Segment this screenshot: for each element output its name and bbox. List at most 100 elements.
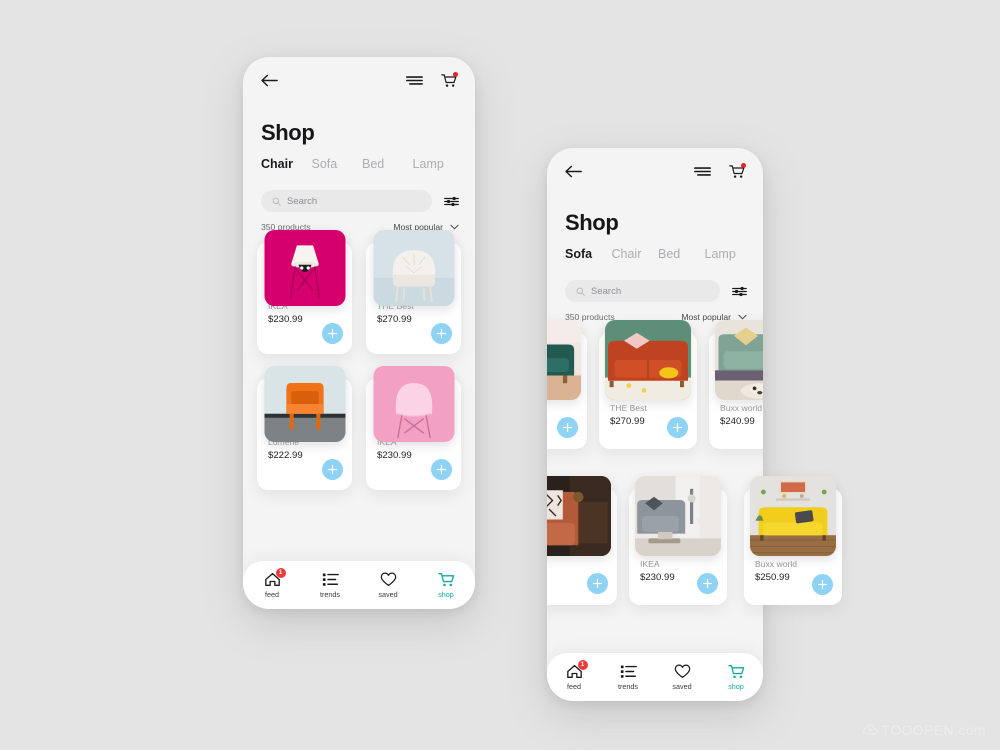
tab-sofa[interactable]: Sofa bbox=[312, 157, 363, 171]
product-image bbox=[264, 366, 345, 442]
bottom-navigation: 1 feed trends saved shop bbox=[547, 653, 763, 701]
search-icon bbox=[272, 197, 281, 206]
plus-icon bbox=[672, 422, 683, 433]
product-row: Astra chair IKEA $230.99 White chair THE bbox=[257, 242, 461, 354]
product-card[interactable]: Astra chair IKEA $230.99 bbox=[257, 242, 352, 354]
product-brand: THE Best bbox=[610, 403, 647, 413]
heart-icon bbox=[674, 664, 691, 679]
add-to-cart-button[interactable] bbox=[431, 459, 452, 480]
plus-icon bbox=[702, 578, 713, 589]
nav-item-trends[interactable]: trends bbox=[601, 664, 655, 691]
page-title: Shop bbox=[565, 210, 619, 235]
plus-icon bbox=[562, 422, 573, 433]
tab-bed[interactable]: Bed bbox=[362, 157, 413, 171]
nav-label: feed bbox=[265, 589, 279, 599]
search-icon bbox=[576, 287, 585, 296]
nav-label: shop bbox=[728, 681, 744, 691]
back-arrow-icon[interactable] bbox=[565, 165, 582, 178]
product-carousel-row-2[interactable]: umn sofa ene .99 Grey sofa IKEA $230.99 bbox=[547, 488, 739, 605]
nav-item-feed[interactable]: 1 feed bbox=[243, 567, 301, 599]
product-card-clipped[interactable]: umn sofa ene .99 bbox=[547, 488, 617, 605]
hamburger-menu-icon[interactable] bbox=[406, 75, 441, 86]
tab-chair[interactable]: Chair bbox=[612, 247, 659, 261]
product-image bbox=[264, 230, 345, 306]
nav-item-saved[interactable]: saved bbox=[655, 664, 709, 691]
shopping-cart-icon bbox=[438, 572, 455, 587]
category-tabs: Sofa Chair Bed Lamp bbox=[565, 247, 751, 261]
shopping-cart-icon[interactable] bbox=[729, 162, 746, 179]
nav-item-feed[interactable]: 1 feed bbox=[547, 659, 601, 691]
add-to-cart-button[interactable] bbox=[587, 573, 608, 594]
list-icon bbox=[322, 572, 339, 587]
feed-badge: 1 bbox=[275, 567, 286, 578]
nav-item-saved[interactable]: saved bbox=[359, 572, 417, 599]
tab-sofa[interactable]: Sofa bbox=[565, 247, 612, 261]
tab-lamp[interactable]: Lamp bbox=[413, 157, 464, 171]
product-image bbox=[373, 230, 454, 306]
watermark-text: TOOOPEN.com bbox=[881, 722, 986, 738]
product-image bbox=[547, 320, 581, 400]
plus-icon bbox=[436, 464, 447, 475]
heart-icon bbox=[380, 572, 397, 587]
tab-lamp[interactable]: Lamp bbox=[705, 247, 752, 261]
nav-item-trends[interactable]: trends bbox=[301, 572, 359, 599]
product-card[interactable]: Mint sofa Buxx world $240.99 bbox=[709, 332, 763, 449]
product-image bbox=[547, 476, 611, 556]
list-icon bbox=[620, 664, 637, 679]
nav-label: trends bbox=[320, 589, 340, 599]
add-to-cart-button[interactable] bbox=[557, 417, 578, 438]
product-image bbox=[605, 320, 691, 400]
search-input[interactable]: Search bbox=[565, 280, 720, 302]
chevron-down-icon bbox=[450, 224, 459, 230]
plus-icon bbox=[327, 464, 338, 475]
top-bar bbox=[243, 57, 475, 103]
bottom-navigation: 1 feed trends saved shop bbox=[243, 561, 475, 609]
product-card-clipped[interactable] bbox=[547, 332, 587, 449]
add-to-cart-button[interactable] bbox=[812, 574, 833, 595]
add-to-cart-button[interactable] bbox=[431, 323, 452, 344]
shopping-cart-icon[interactable] bbox=[441, 71, 458, 88]
cart-badge-dot bbox=[453, 71, 458, 77]
search-placeholder: Search bbox=[287, 195, 318, 207]
add-to-cart-button[interactable] bbox=[697, 573, 718, 594]
add-to-cart-button[interactable] bbox=[322, 323, 343, 344]
product-brand: IKEA bbox=[640, 559, 660, 569]
product-row: Hello chair Lumene $222.99 La rouge chai… bbox=[257, 378, 461, 490]
product-card[interactable]: White chair THE Best $270.99 bbox=[366, 242, 461, 354]
plus-icon bbox=[817, 579, 828, 590]
cloud-icon bbox=[863, 724, 878, 736]
home-icon: 1 bbox=[566, 659, 588, 679]
nav-item-shop[interactable]: shop bbox=[417, 572, 475, 599]
product-price: $240.99 bbox=[720, 416, 755, 427]
search-row: Search bbox=[261, 190, 459, 212]
tab-chair[interactable]: Chair bbox=[261, 157, 312, 171]
search-input[interactable]: Search bbox=[261, 190, 432, 212]
product-image bbox=[750, 476, 836, 556]
product-carousel-row-1[interactable]: Orange sofa THE Best $270.99 Mint sofa B… bbox=[547, 332, 763, 449]
search-row: Search bbox=[565, 280, 747, 302]
shopping-cart-icon bbox=[728, 664, 745, 679]
product-card[interactable]: Hello chair Lumene $222.99 bbox=[257, 378, 352, 490]
nav-item-shop[interactable]: shop bbox=[709, 664, 763, 691]
back-arrow-icon[interactable] bbox=[261, 74, 278, 87]
add-to-cart-button[interactable] bbox=[322, 459, 343, 480]
plus-icon bbox=[592, 578, 603, 589]
add-to-cart-button[interactable] bbox=[667, 417, 688, 438]
screen-chair: Shop Chair Sofa Bed Lamp Search 350 prod… bbox=[243, 57, 475, 609]
phone-mockup-chair: Shop Chair Sofa Bed Lamp Search 350 prod… bbox=[243, 57, 475, 609]
product-card[interactable]: Grey sofa IKEA $230.99 bbox=[629, 488, 727, 605]
filter-sliders-icon[interactable] bbox=[444, 196, 459, 207]
nav-label: trends bbox=[618, 681, 638, 691]
feed-badge: 1 bbox=[577, 659, 588, 670]
tab-bed[interactable]: Bed bbox=[658, 247, 705, 261]
product-grid: Astra chair IKEA $230.99 White chair THE bbox=[257, 242, 461, 490]
product-card-overflow[interactable]: Lemon sofa Buxx world $250.99 bbox=[744, 488, 842, 605]
product-card[interactable]: La rouge chair IKEA $230.99 bbox=[366, 378, 461, 490]
product-card[interactable]: Orange sofa THE Best $270.99 bbox=[599, 332, 697, 449]
product-brand: Buxx world bbox=[755, 559, 798, 569]
nav-label: shop bbox=[438, 589, 454, 599]
watermark: TOOOPEN.com bbox=[863, 722, 987, 738]
plus-icon bbox=[327, 328, 338, 339]
filter-sliders-icon[interactable] bbox=[732, 286, 747, 297]
hamburger-menu-icon[interactable] bbox=[694, 166, 729, 177]
